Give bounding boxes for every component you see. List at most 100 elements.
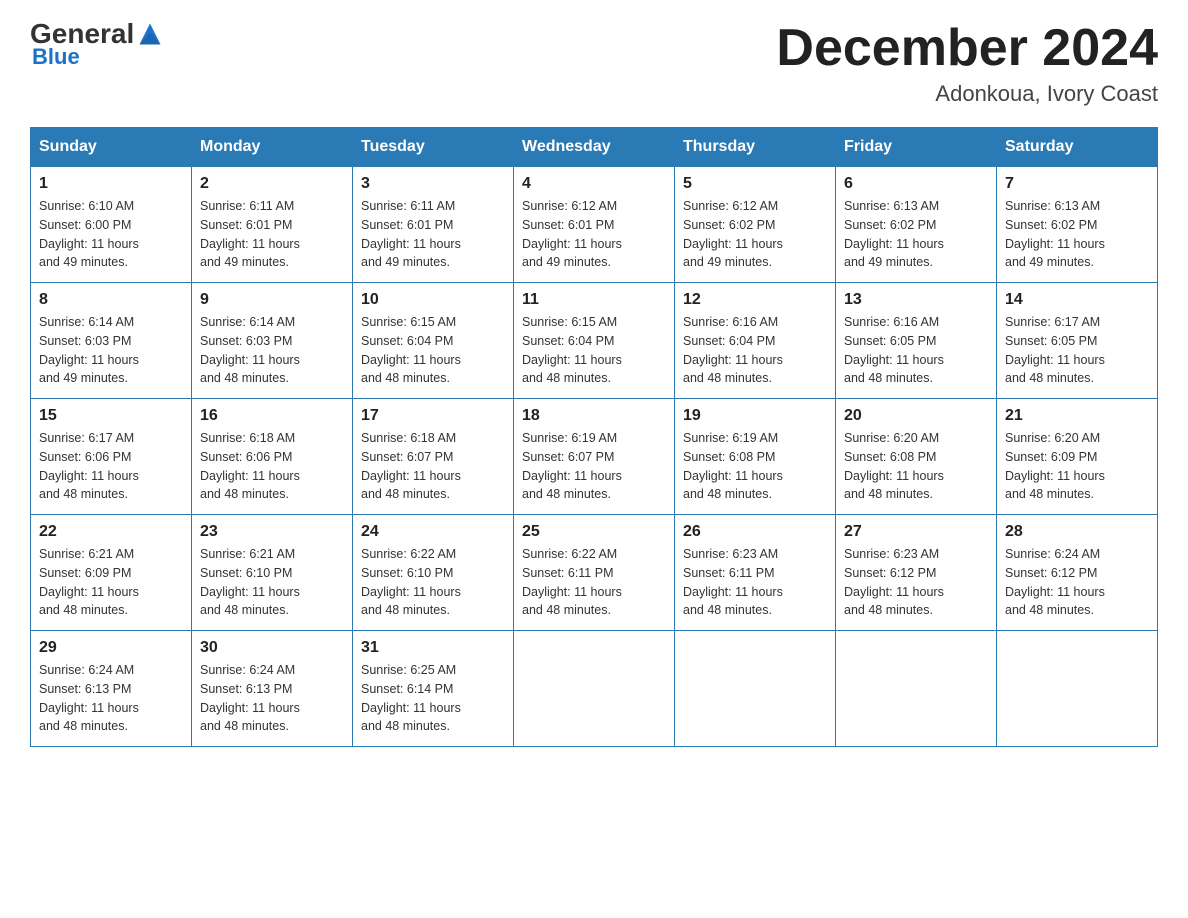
calendar-cell: 7 Sunrise: 6:13 AMSunset: 6:02 PMDaylight… [997,167,1158,283]
calendar-cell: 13 Sunrise: 6:16 AMSunset: 6:05 PMDayligh… [836,283,997,399]
page-header: General Blue December 2024 Adonkoua, Ivo… [30,20,1158,107]
calendar-cell: 3 Sunrise: 6:11 AMSunset: 6:01 PMDaylight… [353,167,514,283]
calendar-week-row: 22 Sunrise: 6:21 AMSunset: 6:09 PMDayligh… [31,515,1158,631]
column-header-saturday: Saturday [997,128,1158,167]
day-number: 6 [844,175,988,193]
calendar-table: SundayMondayTuesdayWednesdayThursdayFrid… [30,127,1158,747]
calendar-cell: 5 Sunrise: 6:12 AMSunset: 6:02 PMDaylight… [675,167,836,283]
day-number: 24 [361,523,505,541]
day-number: 2 [200,175,344,193]
calendar-cell: 16 Sunrise: 6:18 AMSunset: 6:06 PMDayligh… [192,399,353,515]
calendar-cell: 12Sunrise: 6:16 AMSunset: 6:04 PMDayligh… [675,283,836,399]
calendar-week-row: 1 Sunrise: 6:10 AMSunset: 6:00 PMDaylight… [31,167,1158,283]
column-header-friday: Friday [836,128,997,167]
day-info: Sunrise: 6:14 AMSunset: 6:03 PMDaylight:… [200,313,344,388]
day-number: 23 [200,523,344,541]
column-header-monday: Monday [192,128,353,167]
day-info: Sunrise: 6:10 AMSunset: 6:00 PMDaylight:… [39,197,183,272]
calendar-cell: 11 Sunrise: 6:15 AMSunset: 6:04 PMDayligh… [514,283,675,399]
day-number: 8 [39,291,183,309]
day-number: 9 [200,291,344,309]
day-number: 3 [361,175,505,193]
day-number: 7 [1005,175,1149,193]
day-number: 1 [39,175,183,193]
calendar-cell [675,631,836,747]
calendar-header-row: SundayMondayTuesdayWednesdayThursdayFrid… [31,128,1158,167]
calendar-cell: 19 Sunrise: 6:19 AMSunset: 6:08 PMDayligh… [675,399,836,515]
day-number: 18 [522,407,666,425]
day-number: 17 [361,407,505,425]
day-info: Sunrise: 6:23 AMSunset: 6:11 PMDaylight:… [683,545,827,620]
calendar-week-row: 29Sunrise: 6:24 AMSunset: 6:13 PMDayligh… [31,631,1158,747]
calendar-cell: 20 Sunrise: 6:20 AMSunset: 6:08 PMDayligh… [836,399,997,515]
calendar-body: 1 Sunrise: 6:10 AMSunset: 6:00 PMDaylight… [31,167,1158,747]
day-number: 5 [683,175,827,193]
day-info: Sunrise: 6:22 AMSunset: 6:10 PMDaylight:… [361,545,505,620]
calendar-cell [514,631,675,747]
calendar-cell: 17Sunrise: 6:18 AMSunset: 6:07 PMDayligh… [353,399,514,515]
calendar-cell: 9 Sunrise: 6:14 AMSunset: 6:03 PMDaylight… [192,283,353,399]
calendar-cell: 25 Sunrise: 6:22 AMSunset: 6:11 PMDayligh… [514,515,675,631]
calendar-cell: 10Sunrise: 6:15 AMSunset: 6:04 PMDayligh… [353,283,514,399]
calendar-cell: 21 Sunrise: 6:20 AMSunset: 6:09 PMDayligh… [997,399,1158,515]
day-info: Sunrise: 6:16 AMSunset: 6:05 PMDaylight:… [844,313,988,388]
day-number: 19 [683,407,827,425]
calendar-cell: 2 Sunrise: 6:11 AMSunset: 6:01 PMDaylight… [192,167,353,283]
day-info: Sunrise: 6:25 AMSunset: 6:14 PMDaylight:… [361,661,505,736]
day-info: Sunrise: 6:24 AMSunset: 6:13 PMDaylight:… [200,661,344,736]
day-info: Sunrise: 6:21 AMSunset: 6:09 PMDaylight:… [39,545,183,620]
day-info: Sunrise: 6:20 AMSunset: 6:08 PMDaylight:… [844,429,988,504]
column-header-thursday: Thursday [675,128,836,167]
calendar-cell: 6 Sunrise: 6:13 AMSunset: 6:02 PMDaylight… [836,167,997,283]
day-info: Sunrise: 6:20 AMSunset: 6:09 PMDaylight:… [1005,429,1149,504]
day-info: Sunrise: 6:11 AMSunset: 6:01 PMDaylight:… [200,197,344,272]
day-number: 25 [522,523,666,541]
calendar-cell: 23Sunrise: 6:21 AMSunset: 6:10 PMDayligh… [192,515,353,631]
day-info: Sunrise: 6:23 AMSunset: 6:12 PMDaylight:… [844,545,988,620]
day-info: Sunrise: 6:18 AMSunset: 6:06 PMDaylight:… [200,429,344,504]
calendar-cell: 1 Sunrise: 6:10 AMSunset: 6:00 PMDaylight… [31,167,192,283]
calendar-cell: 8Sunrise: 6:14 AMSunset: 6:03 PMDaylight… [31,283,192,399]
calendar-cell: 24 Sunrise: 6:22 AMSunset: 6:10 PMDayligh… [353,515,514,631]
column-header-sunday: Sunday [31,128,192,167]
day-info: Sunrise: 6:17 AMSunset: 6:05 PMDaylight:… [1005,313,1149,388]
calendar-week-row: 8 Sunrise: 6:14 AMSunset: 6:03 PMDaylight… [31,283,1158,399]
calendar-cell [836,631,997,747]
day-info: Sunrise: 6:19 AMSunset: 6:08 PMDaylight:… [683,429,827,504]
day-number: 11 [522,291,666,309]
calendar-cell: 26 Sunrise: 6:23 AMSunset: 6:11 PMDayligh… [675,515,836,631]
day-number: 16 [200,407,344,425]
day-number: 28 [1005,523,1149,541]
day-info: Sunrise: 6:24 AMSunset: 6:13 PMDaylight:… [39,661,183,736]
month-title: December 2024 [776,20,1158,77]
calendar-cell: 18Sunrise: 6:19 AMSunset: 6:07 PMDayligh… [514,399,675,515]
calendar-cell: 30Sunrise: 6:24 AMSunset: 6:13 PMDayligh… [192,631,353,747]
day-info: Sunrise: 6:15 AMSunset: 6:04 PMDaylight:… [522,313,666,388]
day-info: Sunrise: 6:17 AMSunset: 6:06 PMDaylight:… [39,429,183,504]
day-info: Sunrise: 6:13 AMSunset: 6:02 PMDaylight:… [1005,197,1149,272]
day-info: Sunrise: 6:12 AMSunset: 6:01 PMDaylight:… [522,197,666,272]
column-header-tuesday: Tuesday [353,128,514,167]
day-info: Sunrise: 6:13 AMSunset: 6:02 PMDaylight:… [844,197,988,272]
calendar-cell: 14 Sunrise: 6:17 AMSunset: 6:05 PMDayligh… [997,283,1158,399]
day-number: 14 [1005,291,1149,309]
day-info: Sunrise: 6:22 AMSunset: 6:11 PMDaylight:… [522,545,666,620]
logo: General Blue [30,20,164,70]
day-number: 4 [522,175,666,193]
day-number: 13 [844,291,988,309]
calendar-cell: 22 Sunrise: 6:21 AMSunset: 6:09 PMDayligh… [31,515,192,631]
day-info: Sunrise: 6:11 AMSunset: 6:01 PMDaylight:… [361,197,505,272]
day-number: 20 [844,407,988,425]
title-area: December 2024 Adonkoua, Ivory Coast [776,20,1158,107]
calendar-cell: 4 Sunrise: 6:12 AMSunset: 6:01 PMDaylight… [514,167,675,283]
day-number: 21 [1005,407,1149,425]
day-info: Sunrise: 6:16 AMSunset: 6:04 PMDaylight:… [683,313,827,388]
logo-icon [136,20,164,48]
calendar-week-row: 15 Sunrise: 6:17 AMSunset: 6:06 PMDayligh… [31,399,1158,515]
day-number: 22 [39,523,183,541]
day-number: 31 [361,639,505,657]
day-number: 27 [844,523,988,541]
day-number: 15 [39,407,183,425]
day-info: Sunrise: 6:12 AMSunset: 6:02 PMDaylight:… [683,197,827,272]
day-number: 26 [683,523,827,541]
